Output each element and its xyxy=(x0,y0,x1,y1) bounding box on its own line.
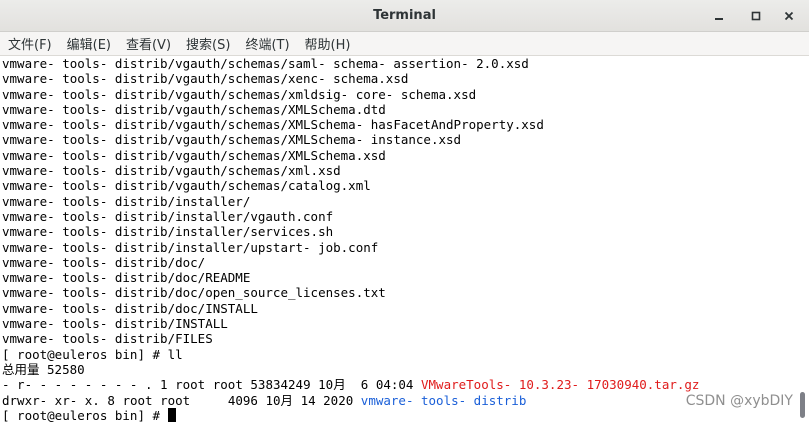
terminal-line: vmware- tools- distrib/doc/ xyxy=(2,254,206,270)
terminal-line: vmware- tools- distrib/FILES xyxy=(2,331,213,347)
active-prompt-line[interactable]: [ root@euleros bin] # xyxy=(2,407,796,423)
file-day: 14 xyxy=(300,392,316,408)
terminal-line: vmware- tools- distrib/vgauth/schemas/sa… xyxy=(2,56,529,71)
terminal-line: vmware- tools- distrib/vgauth/schemas/xm… xyxy=(2,86,477,102)
file-permissions: drwxr- xr- x. xyxy=(2,392,100,408)
terminal-line: vmware- tools- distrib/installer/vgauth.… xyxy=(2,208,334,224)
menu-edit[interactable]: 编辑(E) xyxy=(67,34,111,53)
terminal-line: vmware- tools- distrib/doc/README xyxy=(2,270,251,286)
file-links: 8 xyxy=(107,392,115,408)
menu-search[interactable]: 搜索(S) xyxy=(186,34,230,53)
terminal-line: vmware- tools- distrib/installer/service… xyxy=(2,224,334,240)
file-month: 10月 xyxy=(265,392,294,408)
terminal-line: vmware- tools- distrib/installer/upstart… xyxy=(2,239,379,255)
terminal-line: vmware- tools- distrib/vgauth/schemas/XM… xyxy=(2,132,462,148)
terminal-window: Terminal 文件(F) 编辑(E) 查看(V) 搜索(S) 终端(T) 帮… xyxy=(0,0,809,424)
close-icon[interactable] xyxy=(779,6,799,26)
window-title: Terminal xyxy=(373,8,436,23)
terminal-scrollbar[interactable] xyxy=(796,56,809,424)
file-size: 53834249 xyxy=(250,377,311,393)
file-size: 4096 xyxy=(227,392,258,408)
watermark-text: CSDN @xybDIY xyxy=(683,393,795,409)
terminal-line: vmware- tools- distrib/vgauth/schemas/xm… xyxy=(2,163,341,179)
terminal-output[interactable]: vmware- tools- distrib/vgauth/schemas/sa… xyxy=(0,56,796,424)
directory-name: vmware- tools- distrib xyxy=(360,392,527,408)
archive-file-name: VMwareTools- 10.3.23- 17030940.tar.gz xyxy=(421,377,700,393)
terminal-line: vmware- tools- distrib/doc/open_source_l… xyxy=(2,285,386,301)
file-group: root xyxy=(160,392,191,408)
menu-file[interactable]: 文件(F) xyxy=(8,34,52,53)
file-links: 1 xyxy=(160,377,168,393)
title-bar[interactable]: Terminal xyxy=(0,0,809,32)
file-time: 04:04 xyxy=(375,377,414,393)
file-permissions: - r- - - - - - - - . xyxy=(2,377,153,393)
listing-row: - r- - - - - - - - . 1 root root 5383424… xyxy=(2,377,796,392)
scrollbar-thumb[interactable] xyxy=(800,392,805,418)
minimize-icon[interactable] xyxy=(709,6,729,26)
total-usage-line: 总用量 52580 xyxy=(2,361,85,377)
file-month: 10月 xyxy=(318,377,346,393)
shell-prompt: [ root@euleros bin] # xyxy=(2,407,168,423)
terminal-line: vmware- tools- distrib/vgauth/schemas/XM… xyxy=(2,101,386,117)
file-day: 6 xyxy=(353,377,369,393)
file-owner: root xyxy=(175,377,206,393)
terminal-line: vmware- tools- distrib/vgauth/schemas/XM… xyxy=(2,147,386,163)
terminal-line: vmware- tools- distrib/vgauth/schemas/xe… xyxy=(2,71,409,87)
terminal-line: vmware- tools- distrib/INSTALL xyxy=(2,316,228,332)
text-cursor xyxy=(167,407,176,422)
maximize-icon[interactable] xyxy=(746,6,766,26)
file-time: 2020 xyxy=(323,392,354,408)
file-owner: root xyxy=(122,392,153,408)
shell-prompt-line: [ root@euleros bin] # ll xyxy=(2,346,183,362)
menu-help[interactable]: 帮助(H) xyxy=(305,34,351,53)
terminal-line: vmware- tools- distrib/vgauth/schemas/XM… xyxy=(2,117,544,133)
menu-terminal[interactable]: 终端(T) xyxy=(245,34,289,53)
menu-bar: 文件(F) 编辑(E) 查看(V) 搜索(S) 终端(T) 帮助(H) xyxy=(0,32,809,56)
menu-view[interactable]: 查看(V) xyxy=(126,34,171,53)
terminal-line: vmware- tools- distrib/vgauth/schemas/ca… xyxy=(2,178,371,194)
terminal-line: vmware- tools- distrib/doc/INSTALL xyxy=(2,300,258,316)
file-group: root xyxy=(212,377,243,393)
listing-row: drwxr- xr- x. 8 root root 4096 10月 14 20… xyxy=(2,393,796,408)
terminal-line: vmware- tools- distrib/installer/ xyxy=(2,193,251,209)
